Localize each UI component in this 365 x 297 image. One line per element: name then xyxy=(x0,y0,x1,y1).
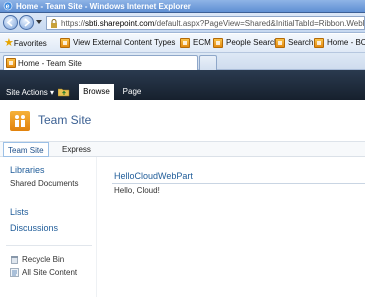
favorite-people-search[interactable]: People Search xyxy=(213,37,278,49)
sharepoint-page-icon xyxy=(275,37,285,48)
sharepoint-ribbon: Site Actions ▾ Browse Page xyxy=(0,70,365,100)
webpart-title-divider xyxy=(112,183,365,184)
tab-page[interactable]: Page xyxy=(118,84,146,100)
ie-icon: e xyxy=(3,1,13,11)
forward-button[interactable] xyxy=(19,15,34,30)
sharepoint-page-icon xyxy=(180,37,190,48)
sharepoint-page-icon xyxy=(314,37,324,48)
topnav-express[interactable]: Express xyxy=(58,142,95,157)
window-titlebar: e Home - Team Site - Windows Internet Ex… xyxy=(0,0,365,13)
star-icon: ★ xyxy=(4,37,14,49)
site-title[interactable]: Team Site xyxy=(38,113,91,128)
ql-libraries[interactable]: Libraries xyxy=(10,165,45,176)
back-button[interactable] xyxy=(3,15,18,30)
webpart-title[interactable]: HelloCloudWebPart xyxy=(114,171,193,182)
new-tab-button[interactable] xyxy=(199,55,217,70)
sharepoint-page-icon xyxy=(213,37,223,48)
svg-text:e: e xyxy=(6,4,10,11)
sharepoint-page-icon xyxy=(6,58,16,68)
site-header: Team Site xyxy=(0,100,365,142)
forward-icon xyxy=(24,18,31,27)
chevron-down-icon[interactable] xyxy=(36,20,42,24)
recycle-bin-icon xyxy=(11,256,18,264)
quick-launch: Libraries Shared Documents Lists Discuss… xyxy=(0,157,97,297)
favorite-search[interactable]: Search xyxy=(275,37,313,49)
site-actions-menu[interactable]: Site Actions ▾ xyxy=(6,87,54,98)
address-bar[interactable]: https://sbti.sharepoint.com/default.aspx… xyxy=(46,16,365,30)
ql-shared-documents[interactable]: Shared Documents xyxy=(10,179,78,189)
main-content: HelloCloudWebPart Hello, Cloud! xyxy=(100,157,365,297)
ql-discussions[interactable]: Discussions xyxy=(10,223,58,234)
favorites-button[interactable]: ★Favorites xyxy=(4,37,47,49)
site-logo-icon[interactable] xyxy=(10,111,30,131)
back-icon xyxy=(6,18,13,27)
address-row: https://sbti.sharepoint.com/default.aspx… xyxy=(0,13,365,33)
window-title: Home - Team Site - Windows Internet Expl… xyxy=(16,2,191,11)
tab-browse[interactable]: Browse xyxy=(79,84,114,100)
ql-divider xyxy=(6,245,92,246)
favorite-ecm[interactable]: ECM xyxy=(180,37,211,49)
topnav-team-site[interactable]: Team Site xyxy=(3,142,49,157)
sharepoint-page-icon xyxy=(60,37,70,48)
favorite-home-bcs[interactable]: Home - BCS xyxy=(314,37,365,49)
browser-tab-home-team-site[interactable]: Home - Team Site xyxy=(3,55,198,70)
favorite-view-external-content-types[interactable]: View External Content Types xyxy=(60,37,175,49)
top-navigation: Team Site Express xyxy=(0,142,365,157)
all-site-content-icon xyxy=(10,268,19,277)
lock-icon xyxy=(51,19,57,28)
browser-tab-bar: Home - Team Site xyxy=(0,53,365,70)
favorites-bar: ★Favorites View External Content Types E… xyxy=(0,34,365,53)
folder-up-icon[interactable] xyxy=(58,87,70,97)
ql-lists[interactable]: Lists xyxy=(10,207,29,218)
webpart-body-text: Hello, Cloud! xyxy=(114,186,160,195)
address-url: https://sbti.sharepoint.com/default.aspx… xyxy=(61,19,364,28)
